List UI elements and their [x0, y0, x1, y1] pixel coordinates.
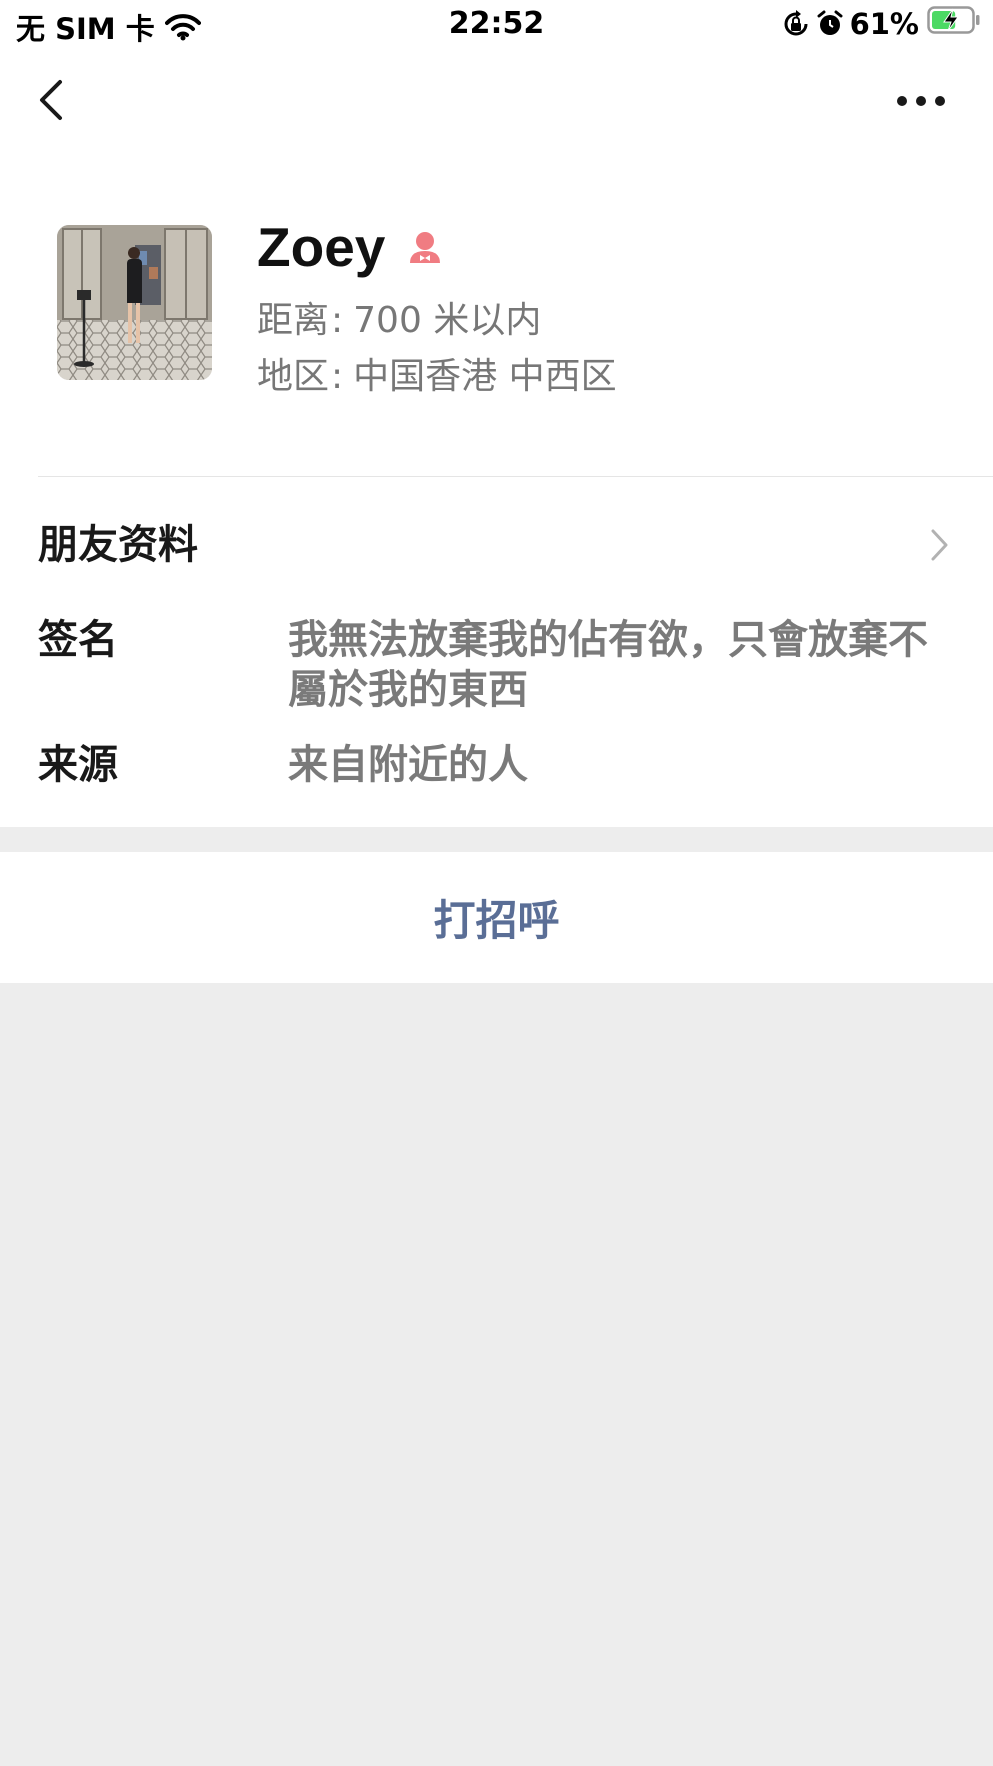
- profile-name-text: Zoey: [257, 216, 386, 278]
- status-right: 61%: [782, 6, 981, 41]
- distance-line: 距离: 700 米以内: [257, 300, 542, 341]
- back-button[interactable]: [30, 70, 74, 130]
- signature-label: 签名: [38, 617, 118, 663]
- friend-info-row[interactable]: 朋友资料: [38, 515, 198, 575]
- region-line: 地区: 中国香港 中西区: [257, 356, 617, 397]
- orientation-lock-icon: [782, 9, 810, 38]
- chevron-left-icon: [40, 80, 62, 120]
- female-icon: [405, 227, 445, 267]
- source-value: 来自附近的人: [288, 742, 528, 788]
- chevron-right-icon: [931, 529, 948, 561]
- status-bar: 无 SIM 卡 22:52 61%: [0, 0, 993, 50]
- signature-value: 我無法放棄我的佔有欲，只會放棄不屬於我的東西: [288, 617, 928, 713]
- region-value: 中国香港 中西区: [353, 356, 617, 397]
- avatar[interactable]: [57, 225, 212, 380]
- greet-button[interactable]: 打招呼: [0, 852, 993, 983]
- distance-value: 700 米以内: [353, 300, 542, 341]
- more-button[interactable]: [893, 88, 949, 114]
- battery-percent: 61%: [849, 6, 919, 41]
- region-label: 地区: [257, 356, 330, 397]
- divider: [38, 476, 993, 477]
- profile-name: Zoey: [257, 212, 445, 282]
- greet-label: 打招呼: [433, 896, 560, 945]
- alarm-icon: [816, 10, 844, 38]
- more-dots-icon: [897, 96, 945, 106]
- avatar-photo: [57, 225, 212, 380]
- source-label: 来源: [38, 742, 118, 788]
- profile-panel: 无 SIM 卡 22:52 61% Zoey 距离: 700 米以内 地区: 中…: [0, 0, 993, 827]
- distance-label: 距离: [257, 300, 330, 341]
- battery-charging-icon: [927, 6, 981, 41]
